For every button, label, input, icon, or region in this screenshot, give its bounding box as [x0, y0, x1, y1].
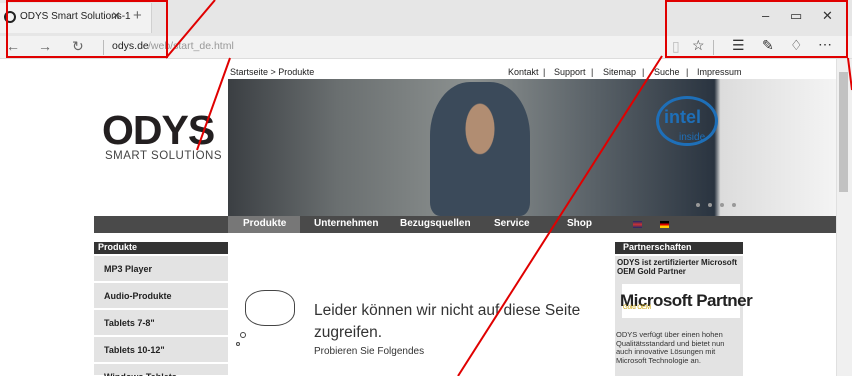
annotation-line — [196, 57, 231, 151]
annotation-line — [457, 55, 663, 376]
annotation-line — [165, 0, 216, 59]
annotation-line — [847, 57, 852, 91]
annotation-lines — [165, 0, 852, 376]
